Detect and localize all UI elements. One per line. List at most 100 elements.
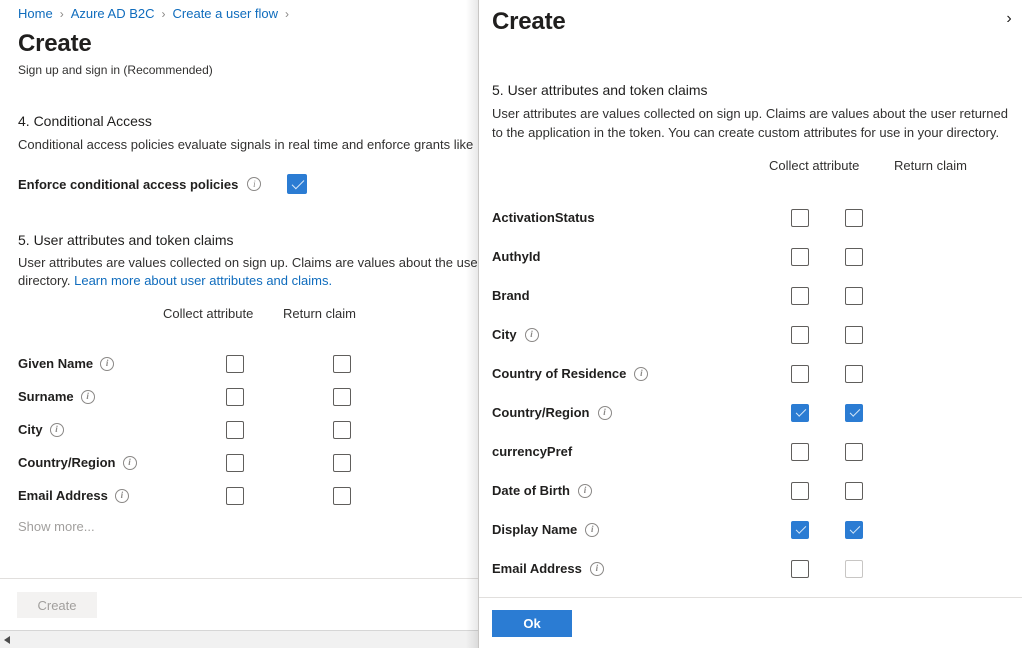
enforce-conditional-access-label: Enforce conditional access policies	[18, 176, 239, 192]
collect-attribute-checkbox[interactable]	[226, 453, 244, 472]
scroll-left-arrow-icon[interactable]	[4, 636, 10, 644]
section-5-heading: 5. User attributes and token claims	[18, 232, 234, 248]
collect-attribute-checkbox[interactable]	[790, 403, 809, 422]
collect-attribute-checkbox[interactable]	[790, 364, 809, 383]
collect-attribute-cell	[790, 403, 845, 422]
attribute-name-cell: Country/Region i	[18, 455, 183, 470]
collect-attribute-checkbox[interactable]	[790, 247, 809, 266]
return-claim-checkbox[interactable]	[333, 354, 351, 373]
attribute-name-cell: AuthyId	[492, 249, 791, 264]
breadcrumb: Home › Azure AD B2C › Create a user flow…	[18, 6, 296, 21]
column-header-collect-attribute: Collect attribute	[163, 306, 254, 321]
info-icon[interactable]: i	[80, 389, 95, 404]
return-claim-checkbox[interactable]	[845, 208, 864, 227]
collect-attribute-checkbox[interactable]	[790, 559, 809, 578]
attribute-name-cell: Display Name i	[492, 522, 791, 537]
table-row: Email Address i	[18, 479, 458, 512]
return-claim-cell	[845, 286, 952, 305]
collect-attribute-cell	[183, 387, 287, 406]
breadcrumb-item-azure-ad-b2c[interactable]: Azure AD B2C	[71, 6, 155, 21]
return-claim-checkbox[interactable]	[845, 481, 864, 500]
table-row: Country/Region i	[492, 393, 952, 432]
info-icon[interactable]: i	[247, 177, 262, 191]
breadcrumb-item-create-a-user-flow[interactable]: Create a user flow	[173, 6, 279, 21]
collect-attribute-checkbox[interactable]	[790, 442, 809, 461]
info-icon[interactable]: i	[114, 488, 129, 503]
enforce-conditional-access-checkbox[interactable]	[287, 174, 308, 194]
table-row: Surname i	[18, 380, 458, 413]
attribute-label: City	[492, 327, 517, 342]
table-row: Given Name i	[18, 347, 458, 380]
collect-attribute-checkbox[interactable]	[226, 354, 244, 373]
collect-attribute-cell	[790, 247, 845, 266]
info-icon[interactable]: i	[585, 522, 600, 537]
return-claim-checkbox[interactable]	[333, 387, 351, 406]
panel-title: Create	[492, 8, 566, 35]
attribute-label: Surname	[18, 389, 74, 404]
attribute-label: City	[18, 422, 43, 437]
return-claim-cell	[287, 420, 397, 439]
return-claim-cell	[845, 559, 952, 578]
table-row: Date of Birth i	[492, 471, 952, 510]
enforce-conditional-access-row: Enforce conditional access policies i	[18, 174, 308, 194]
table-row: currencyPref	[492, 432, 952, 471]
breadcrumb-separator-icon: ›	[59, 6, 64, 21]
info-icon[interactable]: i	[589, 561, 604, 576]
panel-footer: Ok	[479, 597, 1022, 648]
collect-attribute-checkbox[interactable]	[790, 520, 809, 539]
learn-more-link[interactable]: Learn more about user attributes and cla…	[74, 273, 332, 288]
return-claim-checkbox[interactable]	[333, 420, 351, 439]
return-claim-checkbox[interactable]	[845, 403, 864, 422]
return-claim-cell	[845, 208, 952, 227]
attribute-name-cell: Country/Region i	[492, 405, 791, 420]
return-claim-cell	[287, 354, 397, 373]
return-claim-checkbox[interactable]	[845, 247, 864, 266]
return-claim-checkbox[interactable]	[845, 442, 864, 461]
return-claim-checkbox[interactable]	[333, 486, 351, 505]
collect-attribute-checkbox[interactable]	[790, 325, 809, 344]
attribute-name-cell: ActivationStatus	[492, 210, 791, 225]
collect-attribute-checkbox[interactable]	[790, 286, 809, 305]
return-claim-cell	[845, 247, 952, 266]
ok-button[interactable]: Ok	[492, 610, 572, 637]
return-claim-checkbox	[845, 559, 864, 578]
return-claim-checkbox[interactable]	[333, 453, 351, 472]
show-more-link[interactable]: Show more...	[18, 519, 95, 534]
collect-attribute-checkbox[interactable]	[790, 481, 809, 500]
section-4-heading: 4. Conditional Access	[18, 113, 152, 129]
table-row: Country of Residence i	[492, 354, 952, 393]
return-claim-cell	[845, 325, 952, 344]
page-title: Create	[18, 30, 92, 57]
return-claim-checkbox[interactable]	[845, 364, 864, 383]
info-icon[interactable]: i	[100, 356, 115, 371]
return-claim-checkbox[interactable]	[845, 520, 864, 539]
info-icon[interactable]: i	[597, 405, 612, 420]
attribute-name-cell: Date of Birth i	[492, 483, 791, 498]
collect-attribute-cell	[183, 354, 287, 373]
collect-attribute-checkbox[interactable]	[226, 486, 244, 505]
collect-attribute-checkbox[interactable]	[226, 420, 244, 439]
collect-attribute-cell	[790, 208, 845, 227]
info-icon[interactable]: i	[578, 483, 592, 498]
return-claim-checkbox[interactable]	[845, 286, 864, 305]
attribute-label: Brand	[492, 288, 530, 303]
collect-attribute-checkbox[interactable]	[790, 208, 809, 227]
return-claim-cell	[287, 387, 397, 406]
attribute-name-cell: City i	[492, 327, 791, 342]
attribute-name-cell: Brand	[492, 288, 791, 303]
attribute-label: Email Address	[492, 561, 582, 576]
info-icon[interactable]: i	[122, 455, 137, 470]
collect-attribute-cell	[183, 420, 287, 439]
info-icon[interactable]: i	[49, 422, 64, 437]
info-icon[interactable]: i	[524, 327, 539, 342]
breadcrumb-item-home[interactable]: Home	[18, 6, 53, 21]
chevron-right-close-icon[interactable]: ›	[998, 8, 1020, 30]
attribute-label: Display Name	[492, 522, 578, 537]
table-row: Country/Region i	[18, 446, 458, 479]
return-claim-checkbox[interactable]	[845, 325, 864, 344]
panel-column-header-return-claim: Return claim	[894, 158, 967, 173]
info-icon[interactable]: i	[634, 366, 649, 381]
create-button[interactable]: Create	[17, 592, 97, 618]
collect-attribute-checkbox[interactable]	[226, 387, 244, 406]
attribute-label: Given Name	[18, 356, 94, 371]
